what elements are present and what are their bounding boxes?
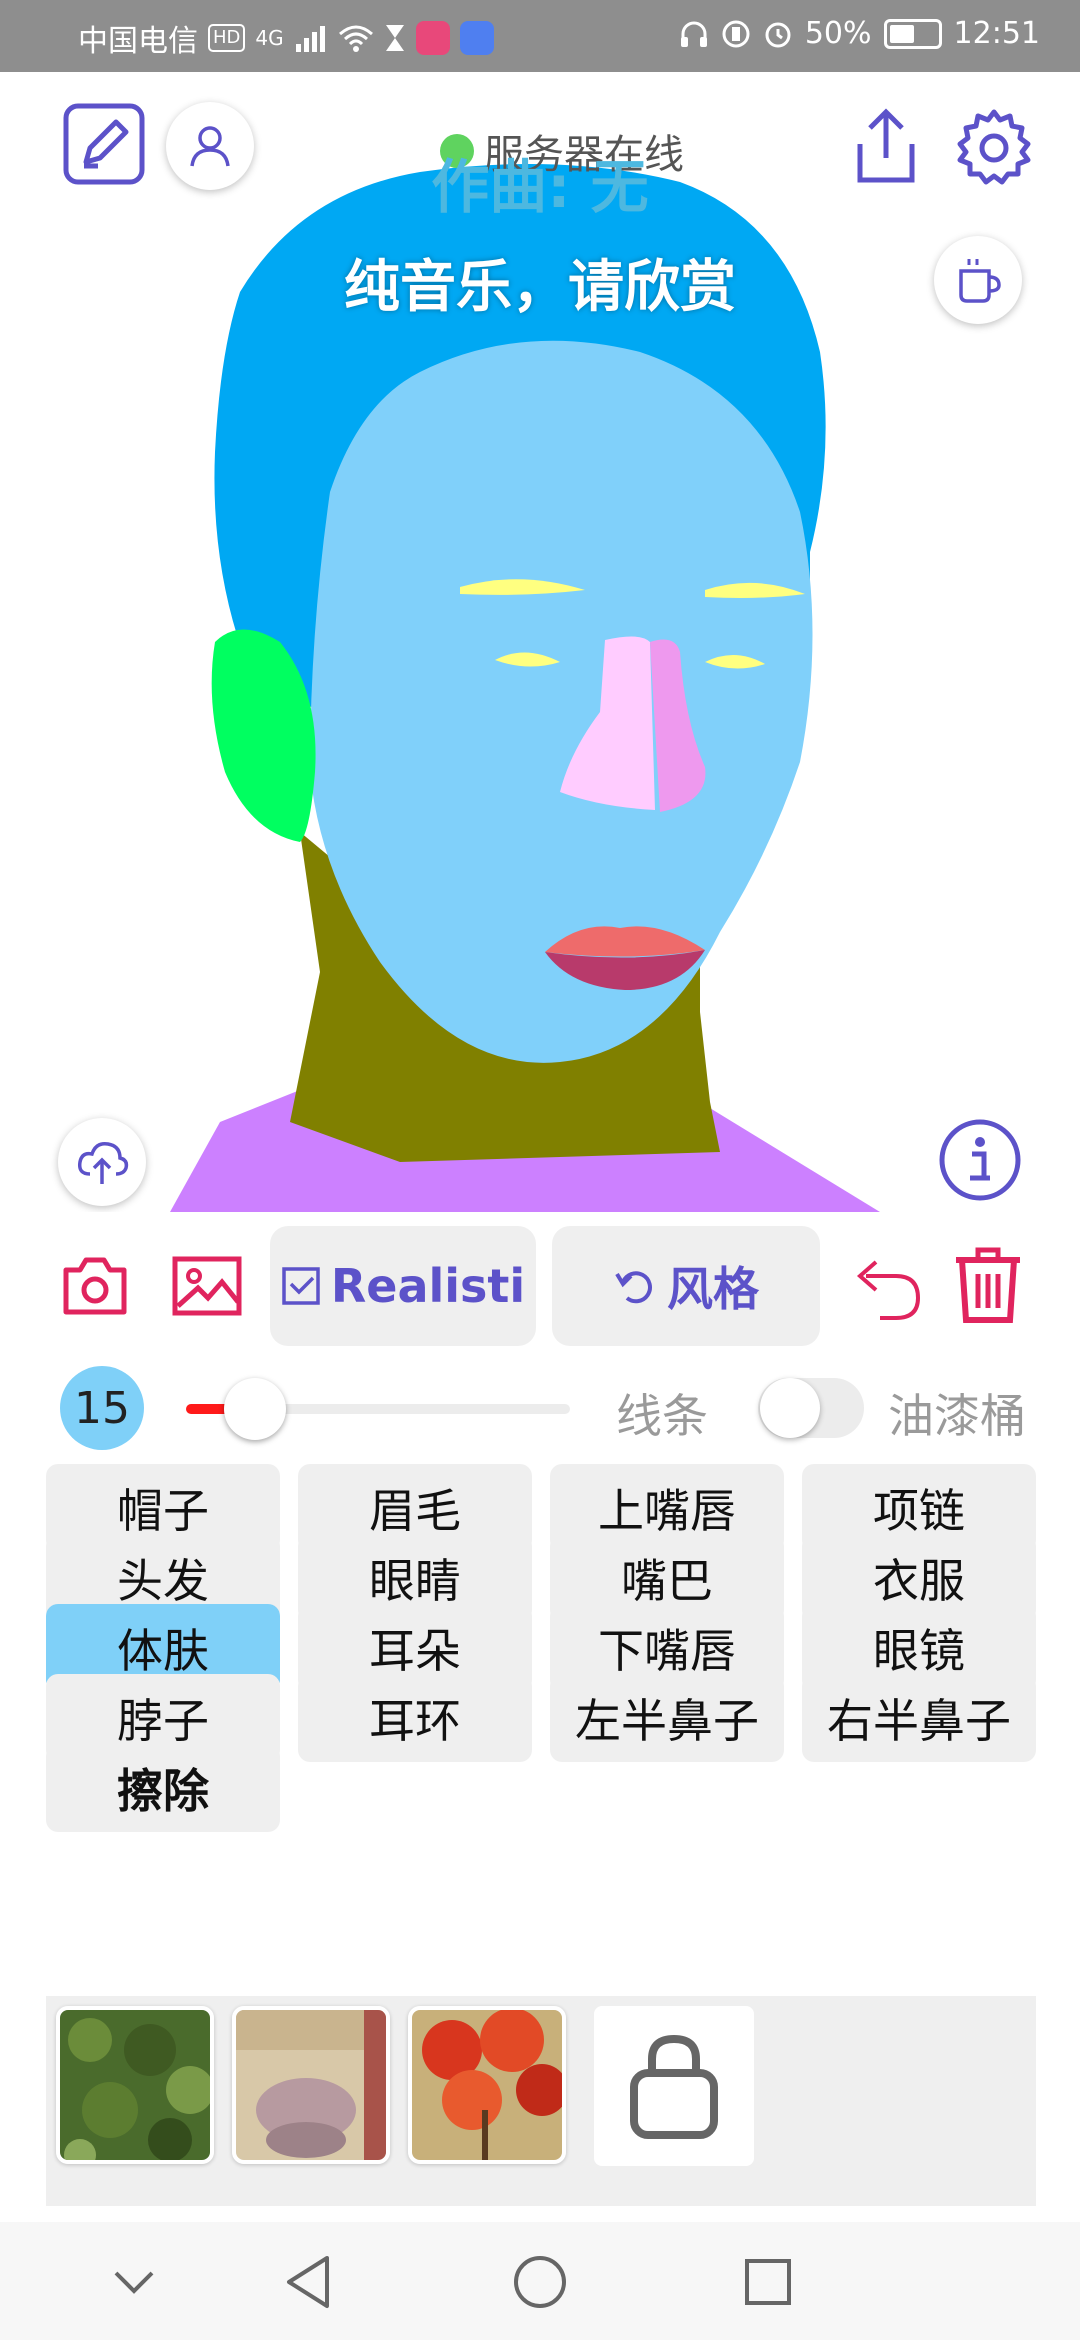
- checkbox-icon: [282, 1267, 320, 1305]
- brush-size-slider[interactable]: [186, 1378, 570, 1440]
- user-icon: [190, 126, 230, 167]
- music-app-icon: [459, 21, 494, 55]
- navigation-bar: [0, 2222, 1080, 2340]
- brush-controls: 15 线条 油漆桶: [0, 1366, 1080, 1456]
- vibrate-icon: [722, 20, 750, 47]
- flowers-thumbnail: [412, 2010, 562, 2160]
- nav-back-button[interactable]: [278, 2252, 338, 2312]
- gallery-button[interactable]: [172, 1256, 242, 1316]
- undo-button[interactable]: [846, 1252, 922, 1322]
- nav-collapse-button[interactable]: [104, 2252, 164, 2312]
- network-label: 4G: [255, 26, 284, 50]
- brush-size-value: 15: [60, 1366, 144, 1450]
- share-button[interactable]: [846, 106, 926, 186]
- realistic-label: Realisti: [330, 1259, 526, 1313]
- share-upload-icon: [857, 108, 915, 183]
- delete-button[interactable]: [950, 1244, 1026, 1324]
- profile-button[interactable]: [166, 102, 254, 190]
- coffee-button[interactable]: [934, 236, 1022, 324]
- label-chip[interactable]: 耳环: [298, 1674, 532, 1762]
- texture-thumbnail: [236, 2010, 386, 2160]
- music-note: 纯音乐，请欣赏: [344, 255, 736, 320]
- clock: 12:51: [953, 16, 1040, 51]
- edit-button[interactable]: [62, 102, 146, 186]
- nav-home-button[interactable]: [510, 2252, 570, 2312]
- coffee-cup-icon: [959, 259, 1001, 303]
- realistic-toggle[interactable]: Realisti: [270, 1226, 536, 1346]
- trash-icon: [956, 1247, 1020, 1323]
- rotate-icon: [615, 1271, 652, 1304]
- hourglass-icon: [385, 25, 404, 51]
- style-button[interactable]: 风格: [552, 1226, 820, 1346]
- home-circle-icon: [514, 2256, 566, 2308]
- drawing-canvas[interactable]: 服务器在线 作曲: 无 纯音乐，请欣赏: [0, 72, 1080, 1212]
- lock-icon: [630, 2034, 718, 2139]
- image-icon: [172, 1256, 242, 1316]
- bucket-toggle-knob: [760, 1378, 820, 1438]
- label-chip[interactable]: 左半鼻子: [550, 1674, 784, 1762]
- style-label: 风格: [667, 1262, 759, 1316]
- style-thumb-texture[interactable]: [232, 2006, 390, 2164]
- wifi-icon: [338, 25, 373, 52]
- status-bar: 中国电信 HD 4G 50% 12:51: [0, 0, 1080, 72]
- undo-icon: [856, 1260, 921, 1320]
- upload-button[interactable]: [58, 1118, 146, 1206]
- bucket-toggle[interactable]: [758, 1378, 864, 1438]
- foliage-thumbnail: [60, 2010, 210, 2160]
- battery-icon: [883, 18, 942, 49]
- camera-button[interactable]: [62, 1256, 128, 1316]
- line-mode-label: 线条: [616, 1389, 708, 1443]
- nav-recents-button[interactable]: [738, 2252, 798, 2312]
- info-icon: [939, 1119, 1021, 1201]
- style-thumb-foliage[interactable]: [56, 2006, 214, 2164]
- carrier-label: 中国电信: [78, 24, 198, 59]
- gear-icon: [957, 109, 1031, 185]
- settings-button[interactable]: [952, 106, 1036, 190]
- camera-icon: [63, 1257, 127, 1315]
- style-thumb-flowers[interactable]: [408, 2006, 566, 2164]
- tool-row: Realisti 风格: [0, 1226, 1080, 1350]
- brush-size-thumb[interactable]: [224, 1378, 287, 1440]
- label-chip[interactable]: 擦除: [46, 1744, 280, 1832]
- signal-icon: [295, 26, 325, 52]
- alarm-icon: [765, 22, 791, 47]
- style-thumbnails: [46, 1996, 1036, 2206]
- back-triangle-icon: [287, 2256, 329, 2308]
- pencil-square-icon: [63, 103, 145, 185]
- battery-percent: 50%: [804, 16, 872, 51]
- label-chip[interactable]: 右半鼻子: [802, 1674, 1036, 1762]
- style-thumb-locked[interactable]: [594, 2006, 754, 2166]
- recents-square-icon: [745, 2259, 791, 2305]
- bilibili-app-icon: [415, 21, 450, 55]
- hd-badge: HD: [208, 24, 246, 52]
- headphones-icon: [680, 21, 707, 47]
- cloud-upload-icon: [77, 1141, 129, 1184]
- info-button[interactable]: [938, 1118, 1022, 1202]
- chevron-down-icon: [114, 2271, 154, 2294]
- bucket-mode-label: 油漆桶: [888, 1389, 1026, 1443]
